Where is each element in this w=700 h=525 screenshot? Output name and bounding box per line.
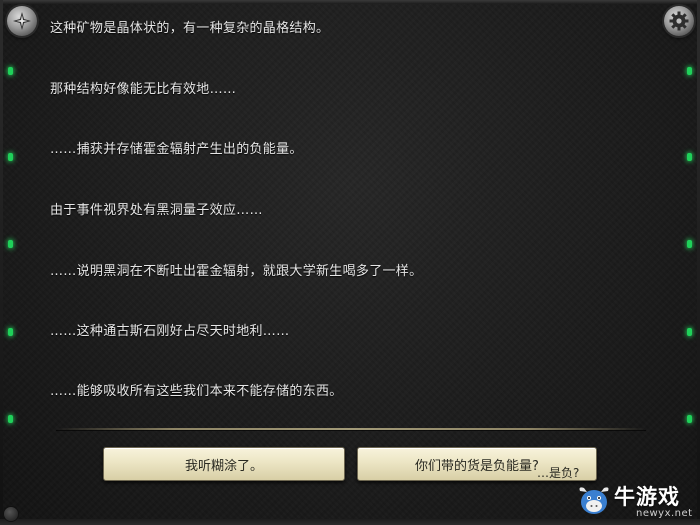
left-indicator-light — [8, 67, 13, 75]
dialogue-line: ……捕获并存储霍金辐射产生出的负能量。 — [50, 142, 303, 157]
left-indicator-light — [8, 328, 13, 336]
settings-button[interactable] — [664, 6, 694, 36]
left-indicator-light — [8, 153, 13, 161]
right-indicator-light — [687, 153, 692, 161]
right-indicator-light — [687, 240, 692, 248]
dialogue-choice-button[interactable]: 我听糊涂了。 — [103, 447, 345, 481]
left-indicator-light — [8, 415, 13, 423]
dialogue-line: ……说明黑洞在不断吐出霍金辐射，就跟大学新生喝多了一样。 — [50, 264, 423, 279]
choice-label: 你们带的货是负能量? — [415, 458, 539, 474]
site-watermark: 牛游戏 newyx.net — [576, 481, 696, 521]
left-indicator-light — [8, 240, 13, 248]
dialogue-line: 那种结构好像能无比有效地…… — [50, 82, 237, 97]
right-indicator-light — [687, 415, 692, 423]
dialogue-line: 由于事件视界处有黑洞量子效应…… — [50, 203, 263, 218]
left-frame-rail — [0, 0, 3, 525]
choice-label: 我听糊涂了。 — [184, 458, 263, 474]
compass-star-icon — [13, 12, 31, 30]
corner-knob — [4, 507, 18, 521]
bull-mascot-logo — [579, 487, 609, 514]
gear-icon — [669, 11, 689, 31]
dialogue-line: ……这种通古斯石刚好占尽天时地利…… — [50, 324, 290, 339]
menu-button[interactable] — [7, 6, 37, 36]
dialogue-line: 这种矿物是晶体状的，有一种复杂的晶格结构。 — [50, 21, 330, 36]
watermark-domain: newyx.net — [636, 508, 693, 519]
right-indicator-light — [687, 67, 692, 75]
dialogue-line: ……能够吸收所有这些我们本来不能存储的东西。 — [50, 384, 343, 399]
divider — [56, 428, 646, 430]
overlapping-choice-text: …是负? — [537, 466, 580, 480]
watermark-brand: 牛游戏 — [614, 485, 680, 509]
right-indicator-light — [687, 328, 692, 336]
top-frame — [0, 0, 700, 4]
game-screen: 这种矿物是晶体状的，有一种复杂的晶格结构。 那种结构好像能无比有效地…… ……捕… — [0, 0, 700, 525]
